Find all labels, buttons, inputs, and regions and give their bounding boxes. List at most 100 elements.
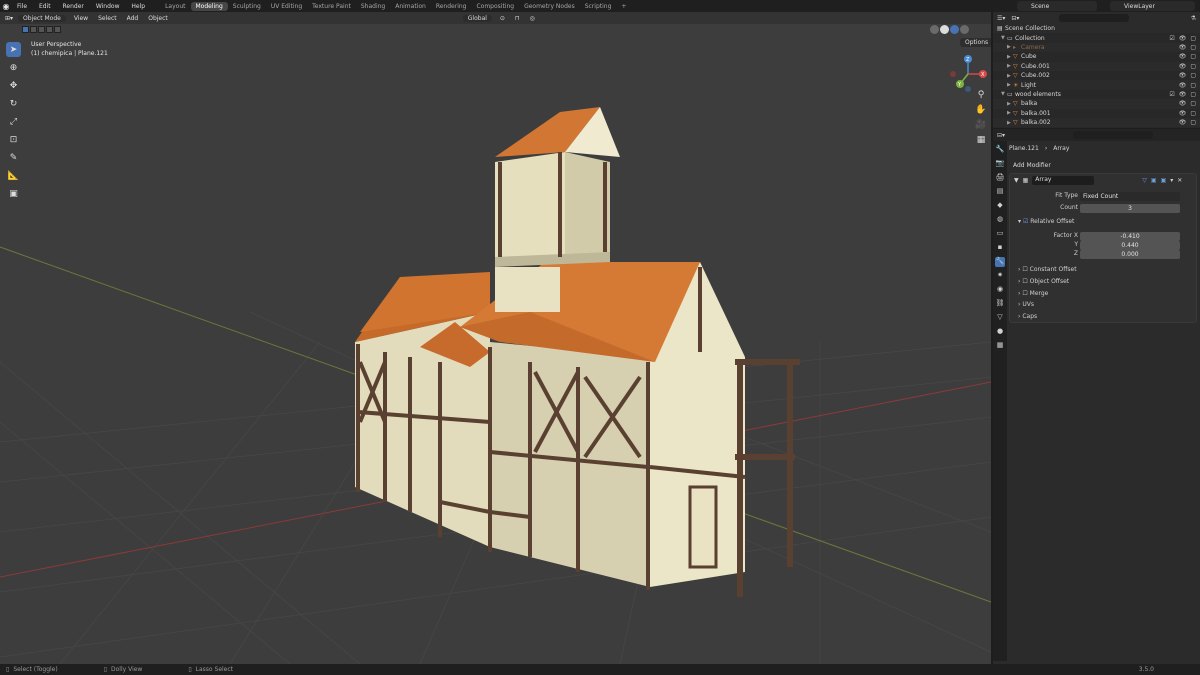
properties-search-input[interactable] <box>1073 131 1153 139</box>
menu-help[interactable]: Help <box>126 3 150 10</box>
measure-tool-icon[interactable]: 📐 <box>6 168 21 183</box>
proportional-edit-icon[interactable]: ◎ <box>525 15 540 22</box>
menu-edit[interactable]: Edit <box>34 3 56 10</box>
caps-header[interactable]: › Caps <box>1018 313 1037 320</box>
factor-z-field[interactable]: 0.000 <box>1080 250 1180 259</box>
tab-compositing[interactable]: Compositing <box>471 2 519 11</box>
remove-modifier-icon[interactable]: ✕ <box>1177 177 1182 184</box>
eye-icon[interactable]: 👁 <box>1179 63 1187 70</box>
material-shading-icon[interactable] <box>950 25 959 34</box>
eye-icon[interactable]: 👁 <box>1179 44 1187 51</box>
checkbox-icon[interactable]: ☑ <box>1169 35 1174 42</box>
eye-icon[interactable]: 👁 <box>1179 35 1187 42</box>
cursor-tool-icon[interactable]: ⊕ <box>6 60 21 75</box>
menu-window[interactable]: Window <box>91 3 125 10</box>
properties-editor-icon[interactable]: ⊟▾ <box>997 132 1005 139</box>
eye-icon[interactable]: 👁 <box>1179 72 1187 79</box>
wireframe-shading-icon[interactable] <box>930 25 939 34</box>
checkbox-icon[interactable]: ☐ <box>1022 290 1027 297</box>
menu-object[interactable]: Object <box>143 15 173 22</box>
pivot-icon[interactable]: ⊙ <box>495 15 510 22</box>
tab-rendering[interactable]: Rendering <box>431 2 472 11</box>
tab-modeling[interactable]: Modeling <box>190 1 228 11</box>
collapse-arrow-icon[interactable]: ▼ <box>1014 177 1019 184</box>
relative-offset-header[interactable]: ▾ ☑ Relative Offset <box>1018 218 1074 225</box>
add-workspace-button[interactable]: + <box>616 2 631 11</box>
tab-animation[interactable]: Animation <box>390 2 431 11</box>
checkbox-icon[interactable]: ☐ <box>1022 266 1027 273</box>
tab-geometry-nodes[interactable]: Geometry Nodes <box>519 2 580 11</box>
add-modifier-button[interactable]: Add Modifier <box>1009 160 1197 170</box>
select-extend-icon[interactable] <box>30 26 37 33</box>
add-cube-tool-icon[interactable]: ▣ <box>6 186 21 201</box>
texture-tab-icon[interactable]: ▦ <box>995 341 1005 351</box>
tab-shading[interactable]: Shading <box>356 2 390 11</box>
outliner-row-light[interactable]: ▶ ☀ Light 👁 ▢ <box>993 80 1200 90</box>
eye-icon[interactable]: 👁 <box>1179 110 1187 117</box>
render-tab-icon[interactable]: 📷 <box>995 159 1005 169</box>
snap-icon[interactable]: ⊓ <box>510 15 525 22</box>
relative-offset-checkbox-icon[interactable]: ☑ <box>1023 218 1028 225</box>
checkbox-icon[interactable]: ☐ <box>1022 278 1027 285</box>
outliner-row-cube[interactable]: ▶ ▽ Cube 👁 ▢ <box>993 52 1200 61</box>
camera-render-icon[interactable]: ▢ <box>1190 82 1196 89</box>
menu-view[interactable]: View <box>69 15 93 22</box>
render-toggle-icon[interactable]: ▣ <box>1161 177 1167 184</box>
camera-render-icon[interactable]: ▢ <box>1190 63 1196 70</box>
outliner-row-balka[interactable]: ▶ ▽ balka 👁 ▢ <box>993 99 1200 109</box>
outliner-row-balka-001[interactable]: ▶ ▽ balka.001 👁 ▢ <box>993 109 1200 118</box>
outliner-row-scene-collection[interactable]: ▤ Scene Collection <box>993 24 1200 34</box>
ortho-grid-icon[interactable]: ▦ <box>975 135 987 147</box>
output-tab-icon[interactable]: 🖨 <box>995 173 1005 183</box>
outliner-row-wood-elements[interactable]: ▼ ▭ wood elements ☑ 👁 ▢ <box>993 90 1200 99</box>
eye-icon[interactable]: 👁 <box>1179 100 1187 107</box>
fit-type-select[interactable]: Fixed Count <box>1080 192 1180 201</box>
modifier-tab-icon[interactable]: 🔧 <box>995 257 1005 267</box>
edit-mode-toggle-icon[interactable]: ▽ <box>1142 177 1147 184</box>
menu-render[interactable]: Render <box>58 3 89 10</box>
factor-x-field[interactable]: -0.410 <box>1080 232 1180 241</box>
tab-scripting[interactable]: Scripting <box>580 2 617 11</box>
outliner-row-collection[interactable]: ▼ ▭ Collection ☑ 👁 ▢ <box>993 33 1200 42</box>
material-tab-icon[interactable]: ● <box>995 327 1005 337</box>
camera-render-icon[interactable]: ▢ <box>1190 44 1196 51</box>
filter-icon[interactable]: ⚗ <box>1191 15 1196 22</box>
outliner-row-cube-001[interactable]: ▶ ▽ Cube.001 👁 ▢ <box>993 61 1200 71</box>
scale-tool-icon[interactable]: ⤢ <box>6 114 21 129</box>
select-box-tool-icon[interactable]: ➤ <box>6 42 21 57</box>
camera-render-icon[interactable]: ▢ <box>1190 110 1196 117</box>
world-tab-icon[interactable]: ◍ <box>995 215 1005 225</box>
camera-render-icon[interactable]: ▢ <box>1190 35 1196 42</box>
outliner-editor-icon[interactable]: ☰▾ <box>997 15 1005 22</box>
select-new-icon[interactable] <box>22 26 29 33</box>
outliner-row-cube-002[interactable]: ▶ ▽ Cube.002 👁 ▢ <box>993 71 1200 80</box>
modifier-name-field[interactable]: Array <box>1032 175 1095 185</box>
camera-render-icon[interactable]: ▢ <box>1190 72 1196 79</box>
display-mode-icon[interactable]: ⊟▾ <box>1011 15 1019 22</box>
outliner-search-input[interactable] <box>1059 14 1130 22</box>
camera-view-icon[interactable]: 🎥 <box>975 120 987 132</box>
view-layer-tab-icon[interactable]: ▤ <box>995 187 1005 197</box>
tab-layout[interactable]: Layout <box>160 2 190 11</box>
options-button[interactable]: Options <box>960 38 991 47</box>
checkbox-icon[interactable]: ☑ <box>1169 91 1174 98</box>
zoom-icon[interactable]: ⚲ <box>975 90 987 102</box>
particles-tab-icon[interactable]: ✷ <box>995 271 1005 281</box>
select-invert-icon[interactable] <box>46 26 53 33</box>
tab-sculpting[interactable]: Sculpting <box>228 2 266 11</box>
tool-tab-icon[interactable]: 🔧 <box>995 145 1005 155</box>
object-offset-header[interactable]: › ☐ Object Offset <box>1018 278 1069 285</box>
outliner-row-balka-002[interactable]: ▶ ▽ balka.002 👁 ▢ <box>993 117 1200 128</box>
data-tab-icon[interactable]: ▽ <box>995 313 1005 323</box>
eye-icon[interactable]: 👁 <box>1179 91 1187 98</box>
factor-y-field[interactable]: 0.440 <box>1080 241 1180 250</box>
eye-icon[interactable]: 👁 <box>1179 119 1187 126</box>
rotate-tool-icon[interactable]: ↻ <box>6 96 21 111</box>
menu-add[interactable]: Add <box>122 15 144 22</box>
view-layer-selector[interactable]: ViewLayer <box>1110 1 1195 11</box>
transform-orientation-selector[interactable]: Global <box>462 14 492 22</box>
camera-render-icon[interactable]: ▢ <box>1190 119 1196 126</box>
select-subtract-icon[interactable] <box>38 26 45 33</box>
constraints-tab-icon[interactable]: ⛓ <box>995 299 1005 309</box>
merge-header[interactable]: › ☐ Merge <box>1018 290 1048 297</box>
